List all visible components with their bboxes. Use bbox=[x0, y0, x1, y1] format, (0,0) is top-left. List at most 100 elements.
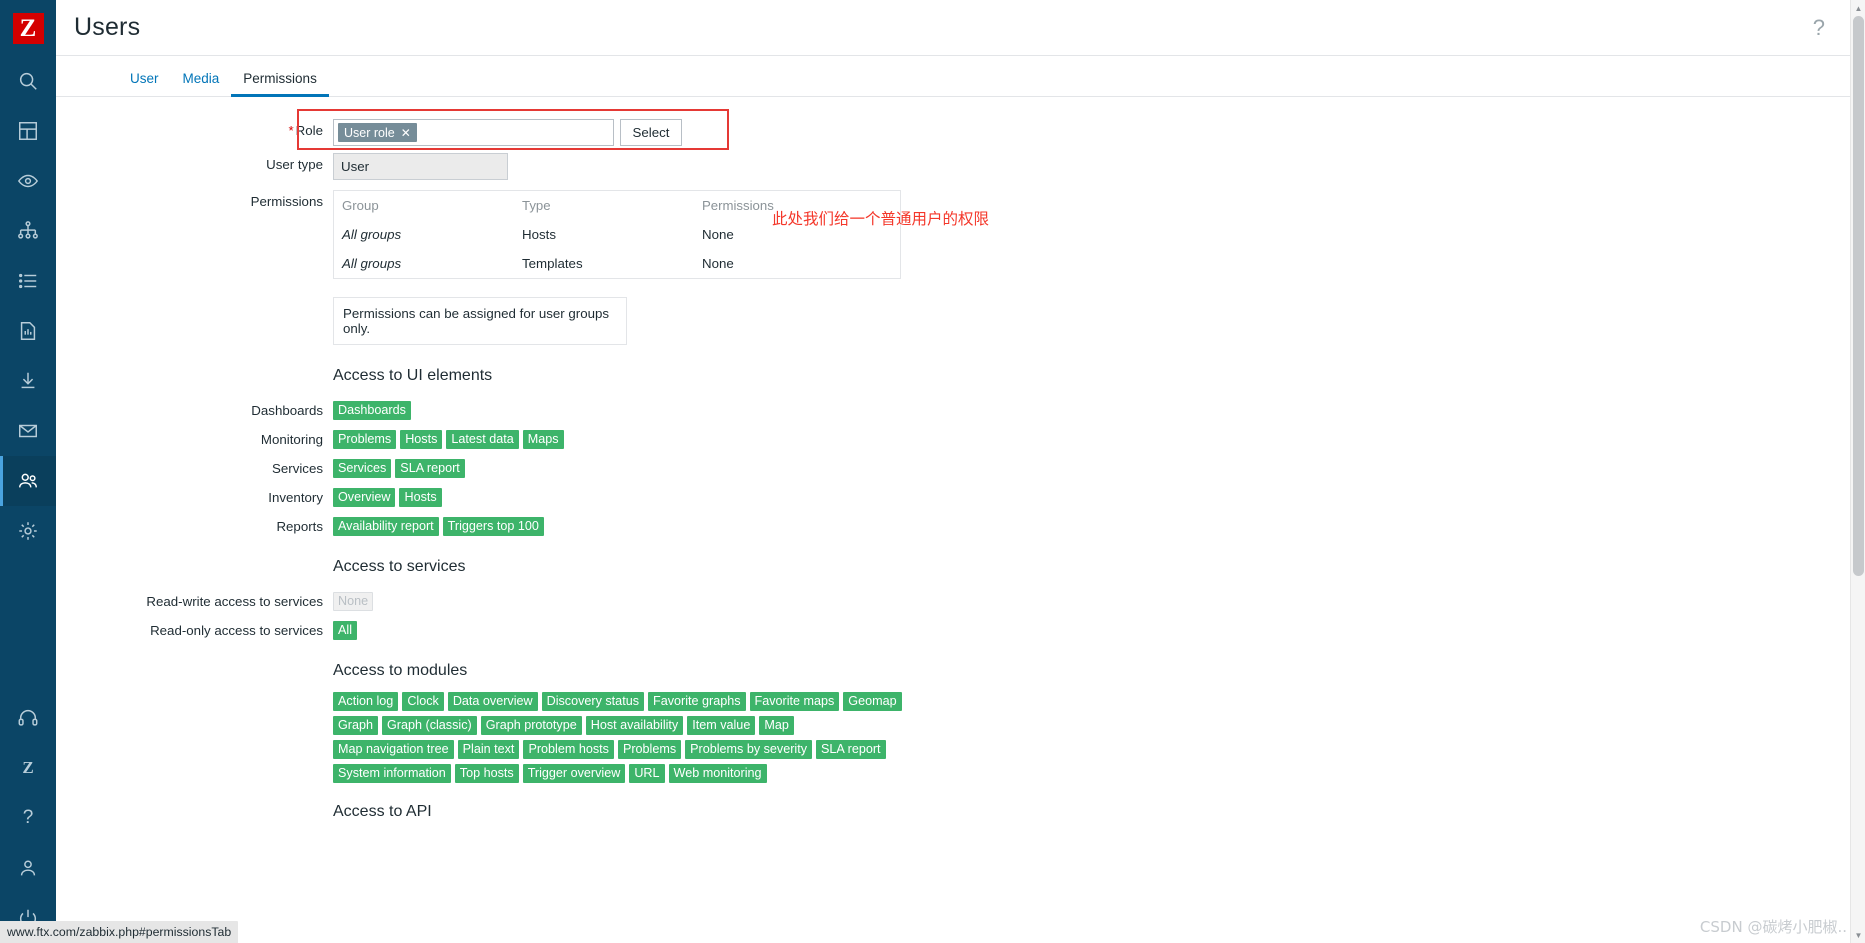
user-type-row: User type User bbox=[56, 153, 1865, 180]
module-tag[interactable]: Web monitoring bbox=[668, 764, 767, 783]
tab-user[interactable]: User bbox=[118, 71, 171, 96]
ui-tag[interactable]: Latest data bbox=[446, 430, 519, 449]
zabbix-logo[interactable]: Z bbox=[0, 0, 56, 56]
dashboard-grid-icon bbox=[19, 122, 37, 140]
service-tag-none: None bbox=[333, 592, 374, 611]
sidebar-item-support[interactable] bbox=[0, 693, 56, 743]
cell-type: Templates bbox=[522, 256, 583, 271]
ui-tag[interactable]: Hosts bbox=[400, 430, 443, 449]
services-access-heading-wrap: Access to services bbox=[333, 536, 1865, 588]
module-tag[interactable]: Discovery status bbox=[541, 692, 644, 711]
ui-group-tags: Problems Hosts Latest data Maps bbox=[333, 430, 1865, 449]
module-tag[interactable]: Trigger overview bbox=[522, 764, 626, 783]
ui-tag[interactable]: Hosts bbox=[399, 488, 442, 507]
sidebar-item-help[interactable]: ? bbox=[0, 793, 56, 843]
ui-tag[interactable]: Availability report bbox=[333, 517, 439, 536]
annotation-text: 此处我们给一个普通用户的权限 bbox=[772, 210, 990, 228]
ui-tag[interactable]: Overview bbox=[333, 488, 396, 507]
module-tag[interactable]: Geomap bbox=[843, 692, 902, 711]
ui-tag[interactable]: Services bbox=[333, 459, 392, 478]
module-tag[interactable]: SLA report bbox=[816, 740, 886, 759]
services-access-section: Access to services bbox=[56, 536, 1865, 588]
read-only-services-tags: All bbox=[333, 621, 1865, 640]
sidebar-item-monitoring[interactable] bbox=[0, 156, 56, 206]
ui-group-reports: Reports Availability report Triggers top… bbox=[56, 517, 1865, 536]
user-type-label: User type bbox=[266, 157, 323, 172]
module-tag[interactable]: Problem hosts bbox=[523, 740, 614, 759]
sidebar-item-search[interactable] bbox=[0, 56, 56, 106]
close-icon[interactable]: ✕ bbox=[401, 126, 411, 140]
zabbix-z-icon: Z bbox=[22, 758, 34, 777]
sidebar-item-user-settings[interactable] bbox=[0, 843, 56, 893]
ui-tag[interactable]: Problems bbox=[333, 430, 397, 449]
tab-media[interactable]: Media bbox=[171, 71, 232, 96]
scroll-down-icon[interactable]: ▼ bbox=[1851, 927, 1865, 943]
ui-group-label: Services bbox=[272, 461, 323, 476]
module-tag[interactable]: Graph (classic) bbox=[382, 716, 477, 735]
sidebar-item-alerts[interactable] bbox=[0, 406, 56, 456]
sidebar-item-integrations[interactable]: Z bbox=[0, 743, 56, 793]
service-tag-all[interactable]: All bbox=[333, 621, 357, 640]
module-tag[interactable]: Host availability bbox=[585, 716, 684, 735]
module-tag[interactable]: Top hosts bbox=[454, 764, 519, 783]
ui-group-tags: Dashboards bbox=[333, 401, 1865, 420]
module-tag[interactable]: Graph bbox=[333, 716, 379, 735]
sidebar-item-inventory[interactable] bbox=[0, 256, 56, 306]
role-row: * Role User role ✕ Select bbox=[56, 119, 1865, 146]
module-tag[interactable]: Action log bbox=[333, 692, 399, 711]
module-tag[interactable]: Plain text bbox=[457, 740, 520, 759]
ui-tag[interactable]: Dashboards bbox=[333, 401, 411, 420]
module-tag[interactable]: Favorite graphs bbox=[648, 692, 746, 711]
module-tag[interactable]: Problems by severity bbox=[685, 740, 813, 759]
download-icon bbox=[21, 372, 35, 389]
vertical-scrollbar[interactable]: ▲ ▼ bbox=[1850, 0, 1865, 943]
api-access-heading: Access to API bbox=[333, 803, 432, 820]
module-tag[interactable]: Data overview bbox=[447, 692, 538, 711]
scroll-up-icon[interactable]: ▲ bbox=[1851, 0, 1865, 16]
sidebar-item-users[interactable] bbox=[0, 456, 56, 506]
role-label: * Role bbox=[56, 119, 333, 143]
page-header: Users ? bbox=[56, 0, 1865, 56]
role-field: User role ✕ Select bbox=[333, 119, 1865, 146]
module-tag[interactable]: Favorite maps bbox=[749, 692, 840, 711]
module-tag[interactable]: Item value bbox=[687, 716, 756, 735]
sidebar-item-administration[interactable] bbox=[0, 506, 56, 556]
permissions-form: * Role User role ✕ Select 此处我们给一个普通用户的权限 … bbox=[56, 97, 1865, 821]
ui-elements-heading: Access to UI elements bbox=[333, 367, 493, 384]
gear-icon bbox=[19, 522, 37, 540]
watermark: CSDN @碳烤小肥椒.. bbox=[1699, 918, 1847, 936]
envelope-icon bbox=[19, 424, 37, 438]
sidebar-item-services[interactable] bbox=[0, 206, 56, 256]
module-tag[interactable]: Map bbox=[759, 716, 794, 735]
sidebar-item-reports[interactable] bbox=[0, 306, 56, 356]
headset-icon bbox=[18, 710, 38, 726]
tab-permissions[interactable]: Permissions bbox=[231, 71, 329, 97]
ui-group-tags: Overview Hosts bbox=[333, 488, 1865, 507]
module-tag[interactable]: URL bbox=[629, 764, 665, 783]
module-tag[interactable]: Clock bbox=[402, 692, 444, 711]
scrollbar-thumb[interactable] bbox=[1853, 16, 1864, 576]
ui-tag[interactable]: SLA report bbox=[395, 459, 465, 478]
module-tag[interactable]: System information bbox=[333, 764, 451, 783]
role-multiselect[interactable]: User role ✕ bbox=[333, 119, 614, 146]
role-chip-label: User role bbox=[344, 125, 395, 140]
module-tag[interactable]: Problems bbox=[617, 740, 682, 759]
role-chip[interactable]: User role ✕ bbox=[338, 123, 417, 142]
hierarchy-icon bbox=[18, 221, 38, 239]
module-tag[interactable]: Map navigation tree bbox=[333, 740, 454, 759]
zabbix-logo-letter: Z bbox=[12, 12, 44, 44]
ui-tag[interactable]: Maps bbox=[522, 430, 564, 449]
person-icon bbox=[20, 860, 36, 876]
sidebar-item-dashboards[interactable] bbox=[0, 106, 56, 156]
sidebar-item-data-collection[interactable] bbox=[0, 356, 56, 406]
column-header-group: Group bbox=[342, 198, 379, 213]
select-role-button[interactable]: Select bbox=[620, 119, 682, 146]
ui-tag[interactable]: Triggers top 100 bbox=[442, 517, 544, 536]
modules-access-heading: Access to modules bbox=[333, 662, 468, 679]
ui-group-tags: Services SLA report bbox=[333, 459, 1865, 478]
help-icon[interactable]: ? bbox=[1813, 15, 1847, 41]
module-tag[interactable]: Graph prototype bbox=[480, 716, 582, 735]
main-area: Users ? User Media Permissions * Role Use… bbox=[56, 0, 1865, 943]
ui-group-label: Reports bbox=[276, 519, 323, 534]
user-type-value: User bbox=[333, 153, 508, 180]
